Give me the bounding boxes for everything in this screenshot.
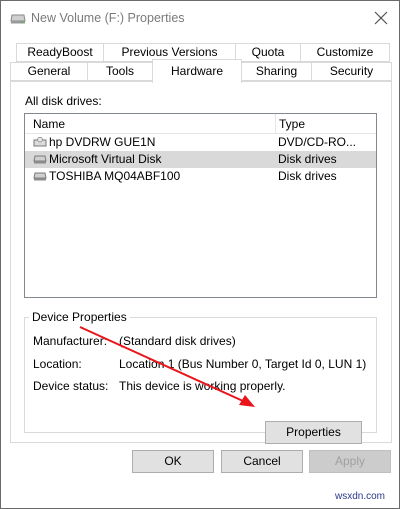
- all-disk-drives-label: All disk drives:: [25, 94, 102, 108]
- tab-readyboost[interactable]: ReadyBoost: [16, 43, 104, 62]
- cancel-button[interactable]: Cancel: [221, 450, 303, 473]
- drive-name: hp DVDRW GUE1N: [49, 135, 156, 149]
- window-title: New Volume (F:) Properties: [31, 11, 185, 25]
- column-header-type[interactable]: Type: [279, 117, 305, 131]
- disk-drives-list[interactable]: Name Type hp DVDRW GUE1N DVD/CD-RO... Mi…: [24, 113, 377, 298]
- device-status-label: Device status:: [33, 379, 109, 393]
- drive-type: Disk drives: [278, 169, 337, 183]
- tab-hardware[interactable]: Hardware: [152, 59, 242, 83]
- tab-security[interactable]: Security: [311, 62, 392, 81]
- title-bar: New Volume (F:) Properties: [1, 1, 399, 35]
- disk-drive-icon: [33, 171, 47, 182]
- watermark: wsxdn.com: [335, 491, 386, 502]
- column-header-name[interactable]: Name: [33, 117, 65, 131]
- manufacturer-label: Manufacturer:: [33, 334, 108, 348]
- drive-icon: [10, 13, 26, 24]
- list-item[interactable]: hp DVDRW GUE1N DVD/CD-RO...: [25, 134, 376, 151]
- device-status-value: This device is working properly.: [119, 379, 286, 393]
- dvd-drive-icon: [33, 136, 47, 148]
- list-header: Name Type: [25, 114, 376, 134]
- close-button[interactable]: [367, 5, 395, 31]
- column-divider[interactable]: [275, 114, 276, 134]
- drive-name: TOSHIBA MQ04ABF100: [49, 169, 181, 183]
- properties-window: New Volume (F:) Properties ReadyBoost Pr…: [0, 0, 400, 509]
- close-icon: [374, 11, 388, 25]
- tab-customize[interactable]: Customize: [300, 43, 390, 62]
- drive-type: DVD/CD-RO...: [278, 135, 356, 149]
- device-properties-title: Device Properties: [29, 310, 130, 324]
- apply-button[interactable]: Apply: [309, 450, 391, 473]
- properties-button[interactable]: Properties: [265, 421, 362, 444]
- manufacturer-value: (Standard disk drives): [119, 334, 236, 348]
- ok-button[interactable]: OK: [132, 450, 214, 473]
- drive-type: Disk drives: [278, 152, 337, 166]
- tab-general[interactable]: General: [10, 62, 88, 81]
- tab-sharing[interactable]: Sharing: [241, 62, 312, 81]
- location-value: Location 1 (Bus Number 0, Target Id 0, L…: [119, 357, 367, 371]
- tab-tools[interactable]: Tools: [87, 62, 153, 81]
- drive-name: Microsoft Virtual Disk: [49, 152, 162, 166]
- tab-quota[interactable]: Quota: [235, 43, 301, 62]
- list-item-selected[interactable]: Microsoft Virtual Disk Disk drives: [25, 151, 376, 168]
- list-item[interactable]: TOSHIBA MQ04ABF100 Disk drives: [25, 168, 376, 185]
- disk-drive-icon: [33, 154, 47, 165]
- location-label: Location:: [33, 357, 82, 371]
